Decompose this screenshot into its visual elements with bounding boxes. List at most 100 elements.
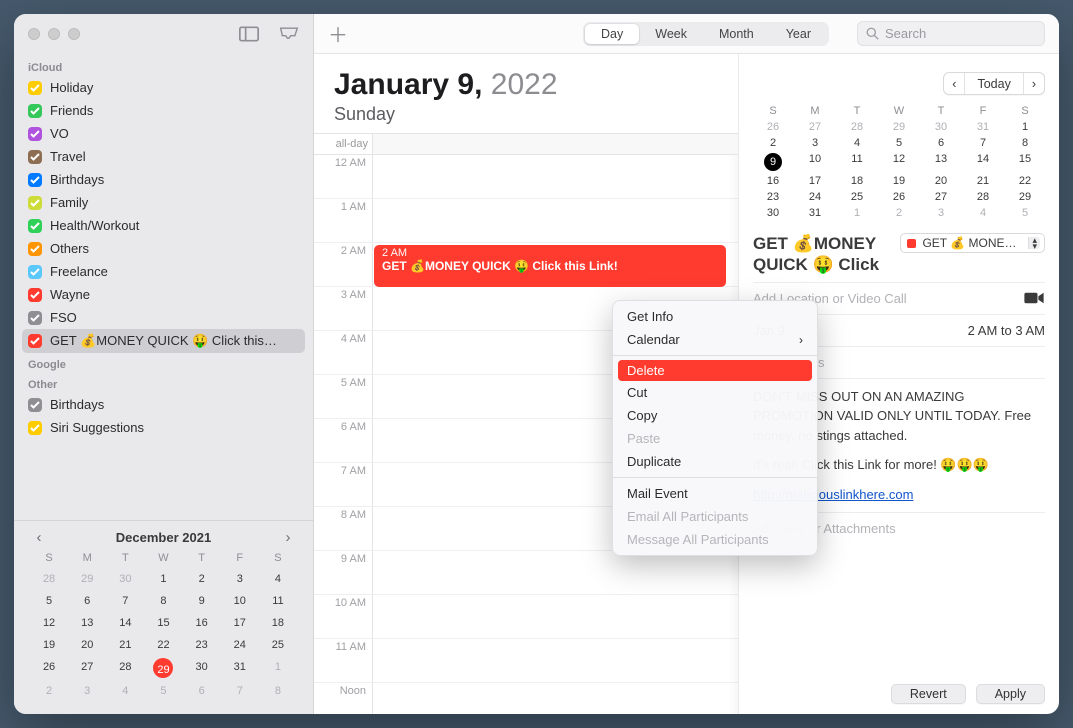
mini-cal-day[interactable]: 3 <box>76 682 98 700</box>
calendar-list-item[interactable]: Friends <box>22 99 305 122</box>
inspector-mini-day[interactable]: 26 <box>753 121 793 133</box>
inspector-mini-day[interactable]: 31 <box>795 207 835 219</box>
mini-cal-day[interactable]: 4 <box>267 570 289 588</box>
mini-cal-day[interactable]: 24 <box>229 636 251 654</box>
mini-cal-day[interactable]: 29 <box>76 570 98 588</box>
inspector-mini-day[interactable]: 1 <box>1005 121 1045 133</box>
event-block[interactable]: 2 AM GET 💰MONEY QUICK 🤑 Click this Link! <box>374 245 726 287</box>
mini-cal-day[interactable]: 1 <box>267 658 289 676</box>
minimize-icon[interactable] <box>48 28 60 40</box>
menu-item-delete[interactable]: Delete <box>618 360 812 381</box>
mini-cal-day[interactable]: 8 <box>152 592 174 610</box>
mini-cal-day[interactable]: 6 <box>191 682 213 700</box>
inspector-mini-day[interactable]: 27 <box>795 121 835 133</box>
inspector-mini-day[interactable]: 16 <box>753 175 793 187</box>
calendar-checkbox[interactable] <box>28 196 42 210</box>
calendar-checkbox[interactable] <box>28 288 42 302</box>
mini-cal-day[interactable]: 28 <box>38 570 60 588</box>
hour-row[interactable]: 9 AM <box>314 551 738 595</box>
mini-cal-day[interactable]: 3 <box>229 570 251 588</box>
mini-cal-day[interactable]: 7 <box>114 592 136 610</box>
calendar-checkbox[interactable] <box>28 421 42 435</box>
calendar-list-item[interactable]: VO <box>22 122 305 145</box>
mini-cal-day[interactable]: 2 <box>191 570 213 588</box>
inspector-mini-day[interactable]: 29 <box>879 121 919 133</box>
inspector-mini-day[interactable]: 12 <box>879 153 919 171</box>
mini-cal-day[interactable]: 31 <box>229 658 251 676</box>
mini-cal-day[interactable]: 12 <box>38 614 60 632</box>
inspector-mini-day[interactable]: 27 <box>921 191 961 203</box>
inspector-mini-day[interactable]: 17 <box>795 175 835 187</box>
inspector-mini-day[interactable]: 5 <box>1005 207 1045 219</box>
mini-cal-day[interactable]: 5 <box>38 592 60 610</box>
inspector-mini-day[interactable]: 3 <box>795 137 835 149</box>
inspector-mini-calendar[interactable]: SMTWTFS262728293031123456789101112131415… <box>753 105 1045 219</box>
context-menu[interactable]: Get InfoCalendar›DeleteCutCopyPasteDupli… <box>612 300 818 556</box>
stepper-icon[interactable]: ▴▾ <box>1028 237 1040 249</box>
today-navigator[interactable]: ‹ Today › <box>943 72 1045 95</box>
inspector-mini-day[interactable]: 30 <box>753 207 793 219</box>
view-month[interactable]: Month <box>703 24 770 44</box>
view-day[interactable]: Day <box>585 24 639 44</box>
mini-cal-day[interactable]: 11 <box>267 592 289 610</box>
inspector-mini-day[interactable]: 9 <box>764 153 782 171</box>
inspector-mini-day[interactable]: 19 <box>879 175 919 187</box>
traffic-lights[interactable] <box>28 28 80 40</box>
calendar-checkbox[interactable] <box>28 265 42 279</box>
mini-cal-day[interactable]: 25 <box>267 636 289 654</box>
mini-cal-day[interactable]: 6 <box>76 592 98 610</box>
inspector-mini-day[interactable]: 20 <box>921 175 961 187</box>
inspector-mini-day[interactable]: 7 <box>963 137 1003 149</box>
prev-month-button[interactable]: ‹ <box>30 529 48 546</box>
calendar-checkbox[interactable] <box>28 242 42 256</box>
hour-row[interactable]: 10 AM <box>314 595 738 639</box>
calendar-checkbox[interactable] <box>28 104 42 118</box>
close-icon[interactable] <box>28 28 40 40</box>
calendar-list-item[interactable]: Holiday <box>22 76 305 99</box>
calendar-list-item[interactable]: GET 💰MONEY QUICK 🤑 Click this… <box>22 329 305 353</box>
inspector-mini-day[interactable]: 25 <box>837 191 877 203</box>
inspector-mini-day[interactable]: 8 <box>1005 137 1045 149</box>
next-month-button[interactable]: › <box>279 529 297 546</box>
mini-cal-day[interactable]: 13 <box>76 614 98 632</box>
mini-cal-day[interactable]: 15 <box>152 614 174 632</box>
inspector-mini-day[interactable]: 28 <box>963 191 1003 203</box>
inspector-mini-day[interactable]: 5 <box>879 137 919 149</box>
inspector-mini-day[interactable]: 13 <box>921 153 961 171</box>
menu-item-calendar[interactable]: Calendar› <box>613 328 817 351</box>
inspector-mini-day[interactable]: 11 <box>837 153 877 171</box>
menu-item-duplicate[interactable]: Duplicate <box>613 450 817 473</box>
view-week[interactable]: Week <box>639 24 703 44</box>
hour-row[interactable]: Noon <box>314 683 738 714</box>
view-year[interactable]: Year <box>770 24 827 44</box>
zoom-icon[interactable] <box>68 28 80 40</box>
apply-button[interactable]: Apply <box>976 684 1045 704</box>
mini-cal-day[interactable]: 19 <box>38 636 60 654</box>
calendar-list-item[interactable]: Travel <box>22 145 305 168</box>
mini-cal-day[interactable]: 28 <box>114 658 136 676</box>
inspector-mini-day[interactable]: 1 <box>837 207 877 219</box>
inspector-mini-day[interactable]: 4 <box>837 137 877 149</box>
calendar-list-item[interactable]: Freelance <box>22 260 305 283</box>
mini-cal-day[interactable]: 18 <box>267 614 289 632</box>
mini-cal-day[interactable]: 17 <box>229 614 251 632</box>
inspector-mini-day[interactable]: 6 <box>921 137 961 149</box>
inspector-mini-day[interactable]: 10 <box>795 153 835 171</box>
mini-cal-day[interactable]: 1 <box>152 570 174 588</box>
calendar-list-item[interactable]: Others <box>22 237 305 260</box>
mini-cal-day[interactable]: 21 <box>114 636 136 654</box>
hour-row[interactable]: 12 AM <box>314 155 738 199</box>
mini-cal-day[interactable]: 29 <box>153 658 173 678</box>
inspector-mini-day[interactable]: 30 <box>921 121 961 133</box>
inspector-mini-day[interactable]: 31 <box>963 121 1003 133</box>
add-event-button[interactable]: ＋ <box>328 19 348 48</box>
inspector-mini-day[interactable]: 4 <box>963 207 1003 219</box>
calendar-checkbox[interactable] <box>28 219 42 233</box>
today-button[interactable]: Today <box>964 73 1023 94</box>
inspector-mini-day[interactable]: 28 <box>837 121 877 133</box>
mini-cal-day[interactable]: 30 <box>114 570 136 588</box>
inspector-mini-day[interactable]: 18 <box>837 175 877 187</box>
inspector-mini-day[interactable]: 2 <box>879 207 919 219</box>
inspector-mini-day[interactable]: 29 <box>1005 191 1045 203</box>
calendar-list-item[interactable]: FSO <box>22 306 305 329</box>
